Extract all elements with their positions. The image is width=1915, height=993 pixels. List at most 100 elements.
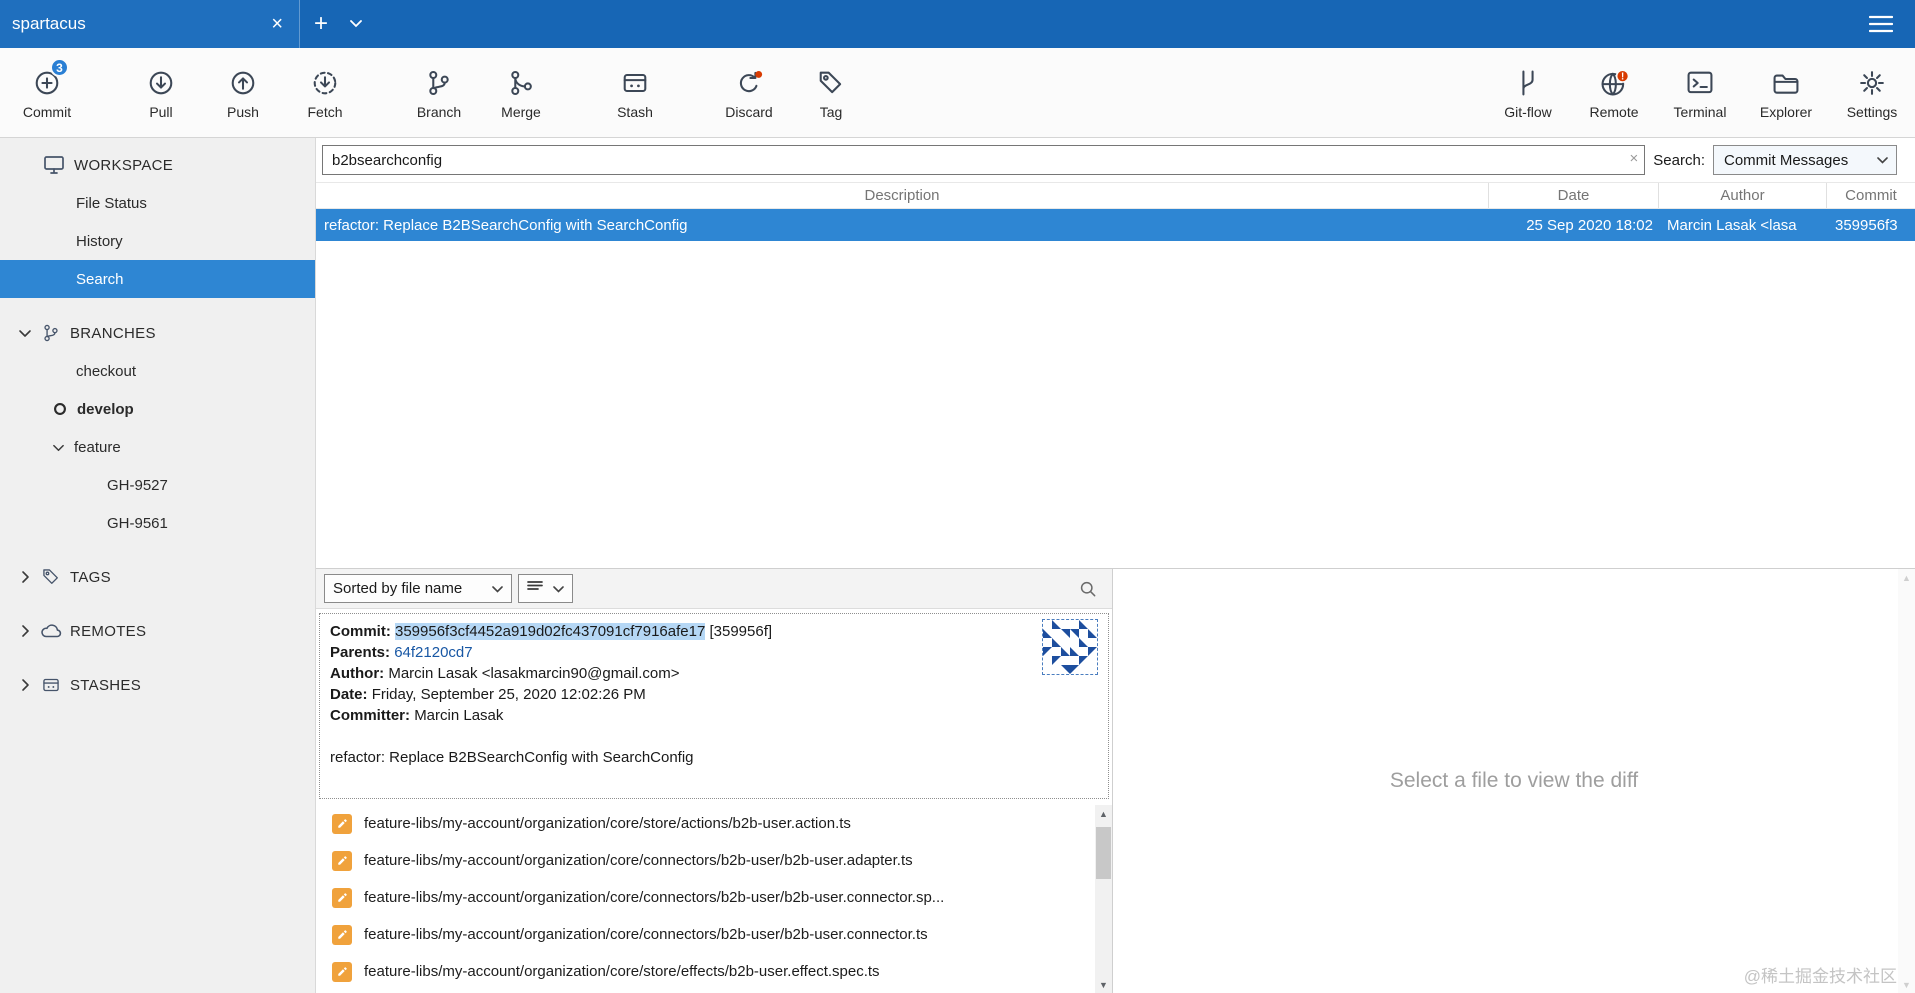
- stashes-icon: [40, 674, 62, 696]
- explorer-button[interactable]: Explorer: [1743, 48, 1829, 137]
- commit-search-input[interactable]: [322, 145, 1646, 175]
- view-mode-select[interactable]: [518, 574, 573, 603]
- stash-button[interactable]: Stash: [594, 48, 676, 137]
- sidebar-section-branches[interactable]: BRANCHES: [0, 314, 315, 352]
- sidebar-item-search[interactable]: Search: [0, 260, 315, 298]
- branch-item-checkout[interactable]: checkout: [0, 352, 315, 390]
- search-mode-select[interactable]: Commit Messages: [1713, 145, 1897, 175]
- author-identicon: [1042, 619, 1098, 675]
- scroll-up-arrow[interactable]: ▲: [1095, 805, 1112, 822]
- scroll-down-arrow[interactable]: ▼: [1898, 976, 1915, 993]
- commit-short-hash: [359956f]: [709, 623, 773, 640]
- column-header-author[interactable]: Author: [1659, 183, 1827, 208]
- commit-message: refactor: Replace B2BSearchConfig with S…: [330, 749, 694, 766]
- commit-table-header: Description Date Author Commit: [316, 182, 1915, 209]
- gitflow-button[interactable]: Git-flow: [1485, 48, 1571, 137]
- discard-button[interactable]: Discard: [708, 48, 790, 137]
- changed-files-list: feature-libs/my-account/organization/cor…: [316, 805, 1095, 993]
- modified-file-icon: [332, 813, 352, 834]
- pull-button[interactable]: Pull: [120, 48, 202, 137]
- branch-button[interactable]: Branch: [398, 48, 480, 137]
- main-panel: × Search: Commit Messages Description Da…: [316, 138, 1915, 993]
- branch-item-develop[interactable]: develop: [0, 390, 315, 428]
- scroll-down-arrow[interactable]: ▼: [1095, 976, 1112, 993]
- terminal-button[interactable]: Terminal: [1657, 48, 1743, 137]
- commit-description: refactor: Replace B2BSearchConfig with S…: [324, 216, 688, 234]
- repo-tab-title: spartacus: [12, 14, 86, 33]
- chevron-down-icon: [52, 441, 65, 454]
- commit-full-hash: 359956f3cf4452a919d02fc437091cf7916afe17: [395, 623, 706, 640]
- sidebar-item-file-status[interactable]: File Status: [0, 184, 315, 222]
- list-view-icon: [527, 580, 543, 598]
- detail-toolbar: Sorted by file name: [316, 569, 1112, 609]
- chevron-right-icon: [18, 624, 32, 638]
- hamburger-icon: [1869, 15, 1893, 33]
- file-row[interactable]: feature-libs/my-account/organization/cor…: [316, 953, 1095, 990]
- branch-item-gh-9561[interactable]: GH-9561: [0, 504, 315, 542]
- new-tab-button[interactable]: +: [300, 0, 342, 48]
- tab-dropdown-button[interactable]: [342, 0, 370, 48]
- settings-button[interactable]: Settings: [1829, 48, 1915, 137]
- branch-icon: [421, 65, 457, 101]
- file-search-button[interactable]: [1078, 579, 1098, 599]
- chevron-down-icon: [492, 580, 503, 597]
- close-tab-icon[interactable]: ×: [267, 13, 287, 36]
- commit-button[interactable]: 3 Commit: [6, 48, 88, 137]
- gitflow-icon: [1510, 65, 1546, 101]
- sidebar-section-remotes[interactable]: REMOTES: [0, 612, 315, 650]
- search-mode-label: Search:: [1653, 151, 1705, 169]
- chevron-down-icon: [553, 580, 564, 597]
- push-button[interactable]: Push: [202, 48, 284, 137]
- merge-button[interactable]: Merge: [480, 48, 562, 137]
- diff-placeholder-text: Select a file to view the diff: [1389, 769, 1639, 792]
- sidebar: WORKSPACE File Status History Search BRA…: [0, 138, 316, 993]
- commit-date: 25 Sep 2020 18:02: [1526, 216, 1653, 234]
- sidebar-section-workspace[interactable]: WORKSPACE: [0, 146, 315, 184]
- branch-item-gh-9527[interactable]: GH-9527: [0, 466, 315, 504]
- commit-row-selected[interactable]: refactor: Replace B2BSearchConfig with S…: [316, 209, 1915, 241]
- file-list-scrollbar[interactable]: ▲ ▼: [1095, 805, 1112, 993]
- tag-icon: [813, 65, 849, 101]
- clear-search-icon[interactable]: ×: [1630, 150, 1639, 167]
- remote-button[interactable]: ! Remote: [1571, 48, 1657, 137]
- file-row[interactable]: feature-libs/my-account/organization/cor…: [316, 916, 1095, 953]
- scrollbar-thumb[interactable]: [1096, 827, 1111, 879]
- sidebar-item-history[interactable]: History: [0, 222, 315, 260]
- tag-button[interactable]: Tag: [790, 48, 872, 137]
- svg-text:!: !: [1621, 72, 1624, 83]
- column-header-date[interactable]: Date: [1489, 183, 1659, 208]
- explorer-icon: [1768, 65, 1804, 101]
- repo-tab[interactable]: spartacus ×: [0, 0, 300, 48]
- terminal-icon: [1682, 65, 1718, 101]
- chevron-right-icon: [18, 570, 32, 584]
- stash-icon: [617, 65, 653, 101]
- parent-commit-link[interactable]: 64f2120cd7: [394, 644, 472, 661]
- remote-icon: !: [1596, 65, 1632, 101]
- commit-author-email: Marcin Lasak <lasakmarcin90@gmail.com>: [388, 665, 680, 682]
- diff-scrollbar[interactable]: ▲ ▼: [1898, 569, 1915, 993]
- modified-file-icon: [332, 887, 352, 908]
- commit-committer: Marcin Lasak: [414, 707, 504, 724]
- app-window: spartacus × + 3 Commit Pull Push Fetch B…: [0, 0, 1915, 993]
- file-row[interactable]: feature-libs/my-account/organization/cor…: [316, 842, 1095, 879]
- fetch-button[interactable]: Fetch: [284, 48, 366, 137]
- hamburger-menu-button[interactable]: [1847, 0, 1915, 48]
- modified-file-icon: [332, 924, 352, 945]
- diff-panel: Select a file to view the diff ▲ ▼: [1113, 568, 1915, 993]
- discard-icon: [731, 65, 767, 101]
- commit-search-bar: × Search: Commit Messages: [316, 138, 1915, 182]
- column-header-commit[interactable]: Commit: [1827, 183, 1915, 208]
- branch-folder-feature[interactable]: feature: [0, 428, 315, 466]
- file-row[interactable]: feature-libs/my-account/organization/cor…: [316, 879, 1095, 916]
- watermark: @稀土掘金技术社区: [1743, 967, 1897, 986]
- chevron-right-icon: [18, 678, 32, 692]
- commit-detail-panel: Sorted by file name Commit: 359956f3cf44…: [316, 568, 1113, 993]
- scroll-up-arrow[interactable]: ▲: [1898, 569, 1915, 586]
- file-row[interactable]: feature-libs/my-account/organization/cor…: [316, 805, 1095, 842]
- sidebar-section-stashes[interactable]: STASHES: [0, 666, 315, 704]
- commit-icon: 3: [29, 58, 69, 101]
- column-header-description[interactable]: Description: [316, 183, 1489, 208]
- commit-metadata: Commit: 359956f3cf4452a919d02fc437091cf7…: [319, 613, 1109, 799]
- sort-files-select[interactable]: Sorted by file name: [324, 574, 512, 603]
- sidebar-section-tags[interactable]: TAGS: [0, 558, 315, 596]
